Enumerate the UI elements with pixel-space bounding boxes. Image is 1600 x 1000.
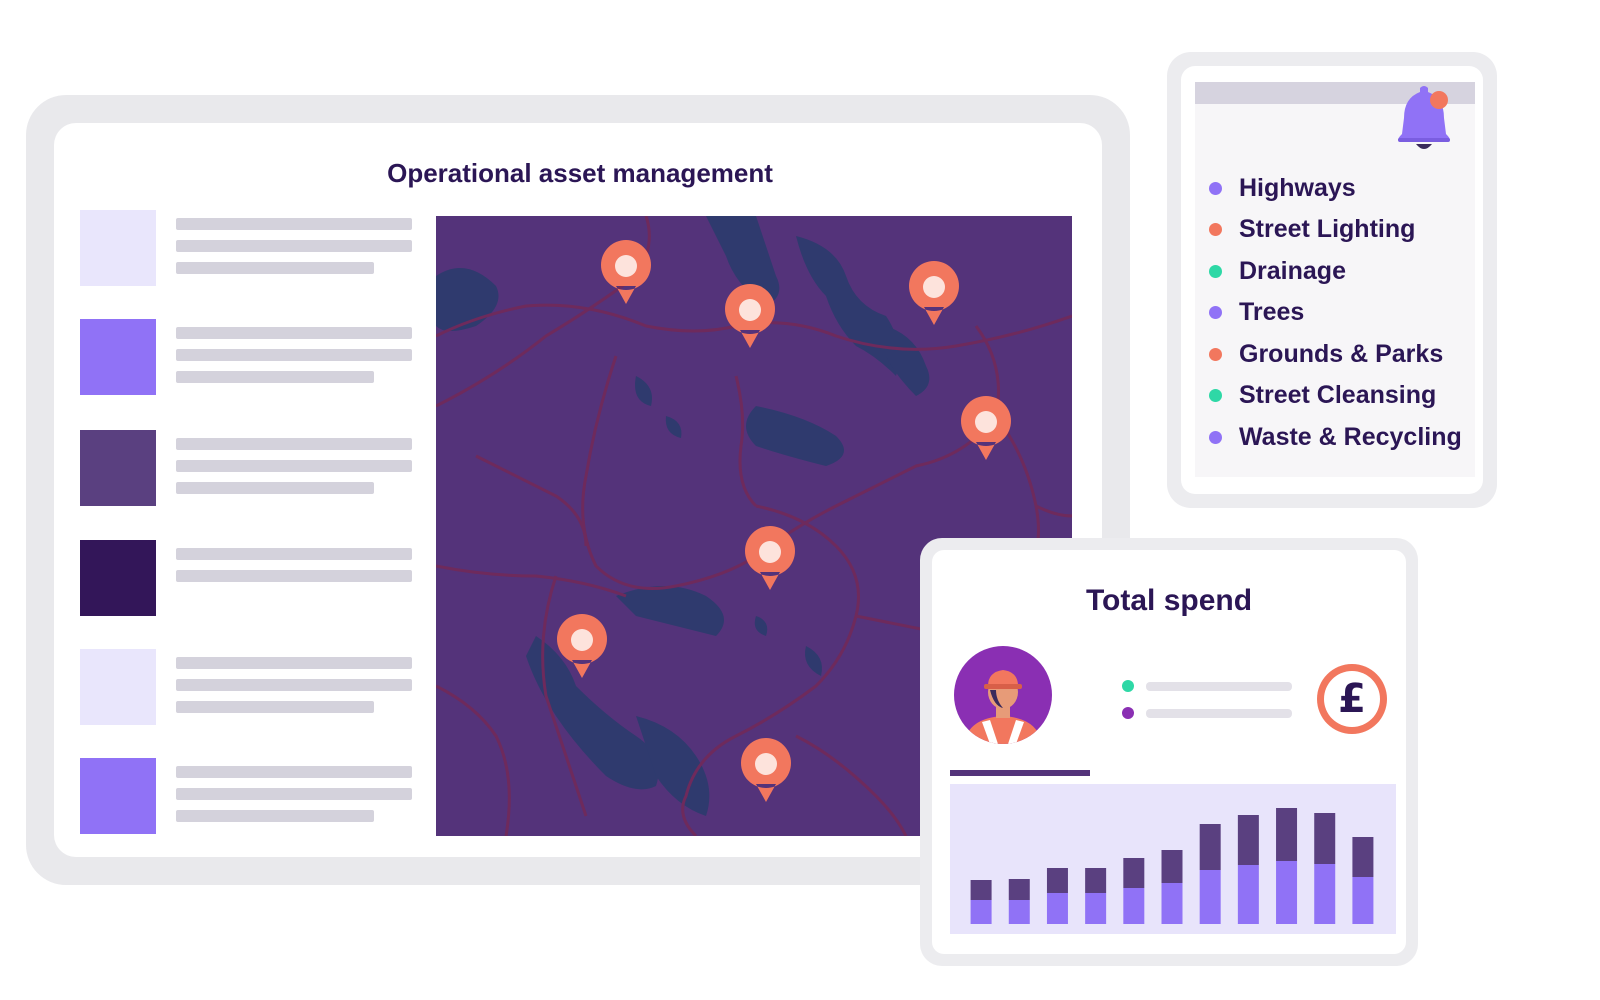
asset-list-item[interactable]: [80, 210, 412, 286]
category-item[interactable]: Street Cleansing: [1209, 381, 1436, 411]
category-label: Drainage: [1239, 256, 1346, 285]
bell-icon[interactable]: [1388, 82, 1458, 154]
asset-thumbnail: [80, 649, 156, 725]
worker-avatar: [954, 646, 1052, 744]
category-dot: [1209, 347, 1222, 361]
asset-text-placeholder: [176, 810, 374, 822]
bar-segment-lower: [1123, 888, 1145, 924]
asset-text-placeholder: [176, 460, 412, 472]
stat-indicator-dot: [1122, 707, 1134, 719]
bar-segment-lower: [1161, 883, 1183, 924]
bar-segment-lower: [1276, 861, 1298, 924]
bar-segment-lower: [1314, 864, 1336, 924]
asset-list-item[interactable]: [80, 758, 412, 834]
category-item[interactable]: Trees: [1209, 298, 1304, 328]
asset-text-placeholder: [176, 218, 412, 230]
asset-text-placeholder: [176, 262, 374, 274]
asset-text-placeholder: [176, 438, 412, 450]
asset-text-placeholder: [176, 240, 412, 252]
asset-list-item[interactable]: [80, 649, 412, 725]
spend-title: Total spend: [1085, 584, 1253, 617]
asset-text-placeholder: [176, 327, 412, 339]
bar-segment-upper: [1314, 813, 1336, 864]
bar-segment-upper: [1199, 824, 1221, 870]
category-dot: [1209, 223, 1222, 236]
asset-thumbnail: [80, 430, 156, 506]
asset-thumbnail: [80, 758, 156, 834]
stat-placeholder-line: [1146, 682, 1292, 691]
worker-icon: [964, 670, 1042, 744]
bar-segment-lower: [1237, 865, 1259, 924]
bar-segment-lower: [1008, 900, 1030, 924]
category-label: Highways: [1239, 173, 1356, 202]
asset-text-placeholder: [176, 788, 412, 800]
asset-thumbnail: [80, 540, 156, 616]
bar-segment-lower: [1046, 893, 1068, 924]
asset-text-placeholder: [176, 679, 412, 691]
category-item[interactable]: Highways: [1209, 173, 1356, 203]
category-dot: [1209, 181, 1222, 195]
category-dot: [1209, 389, 1222, 402]
currency-badge: £: [1317, 664, 1387, 734]
category-label: Waste & Recycling: [1239, 422, 1462, 451]
bar-segment-lower: [1352, 877, 1374, 924]
stat-indicator-dot: [1122, 680, 1134, 692]
pound-icon: £: [1324, 671, 1380, 727]
bar-segment-upper: [1352, 837, 1374, 877]
asset-list-item[interactable]: [80, 540, 412, 616]
map-pin[interactable]: [745, 526, 795, 590]
category-label: Street Lighting: [1239, 215, 1416, 243]
bar-segment-lower: [970, 900, 992, 924]
spend-chart-area: [950, 784, 1396, 934]
bar-segment-upper: [1276, 808, 1298, 861]
category-item[interactable]: Waste & Recycling: [1209, 422, 1462, 452]
bar-segment-upper: [1008, 879, 1030, 900]
category-dot: [1209, 430, 1222, 444]
asset-text-placeholder: [176, 482, 374, 494]
category-item[interactable]: Street Lighting: [1209, 215, 1415, 245]
asset-list-item[interactable]: [80, 430, 412, 506]
map-water: [436, 216, 930, 816]
asset-text-placeholder: [176, 657, 412, 669]
spend-chart: [970, 808, 1374, 924]
asset-thumbnail: [80, 319, 156, 395]
asset-text-placeholder: [176, 570, 412, 582]
bar-segment-upper: [1046, 868, 1068, 893]
category-item[interactable]: Drainage: [1209, 256, 1346, 286]
bar-segment-lower: [1199, 870, 1221, 924]
bar-segment-upper: [1161, 850, 1183, 883]
asset-thumbnail: [80, 210, 156, 286]
category-label: Trees: [1239, 298, 1305, 326]
category-label: Street Cleansing: [1239, 381, 1437, 409]
map-pin[interactable]: [961, 396, 1011, 460]
category-dot: [1209, 264, 1222, 278]
map-pin[interactable]: [741, 738, 791, 802]
asset-text-placeholder: [176, 766, 412, 778]
asset-text-placeholder: [176, 349, 412, 361]
asset-list-item[interactable]: [80, 319, 412, 395]
bar-segment-upper: [1237, 815, 1259, 865]
asset-text-placeholder: [176, 371, 374, 383]
stat-placeholder-line: [1146, 709, 1292, 718]
category-label: Grounds & Parks: [1239, 339, 1444, 368]
asset-text-placeholder: [176, 548, 412, 560]
bar-segment-upper: [1123, 858, 1145, 888]
page-title: Operational asset management: [387, 158, 773, 188]
map-pin[interactable]: [909, 261, 959, 325]
bar-segment-upper: [1085, 868, 1107, 893]
category-dot: [1209, 306, 1222, 319]
map-pin[interactable]: [725, 284, 775, 348]
asset-text-placeholder: [176, 701, 374, 713]
chart-tab-indicator: [950, 770, 1090, 776]
bar-segment-upper: [970, 880, 992, 900]
category-item[interactable]: Grounds & Parks: [1209, 339, 1443, 369]
bar-segment-lower: [1085, 893, 1107, 924]
